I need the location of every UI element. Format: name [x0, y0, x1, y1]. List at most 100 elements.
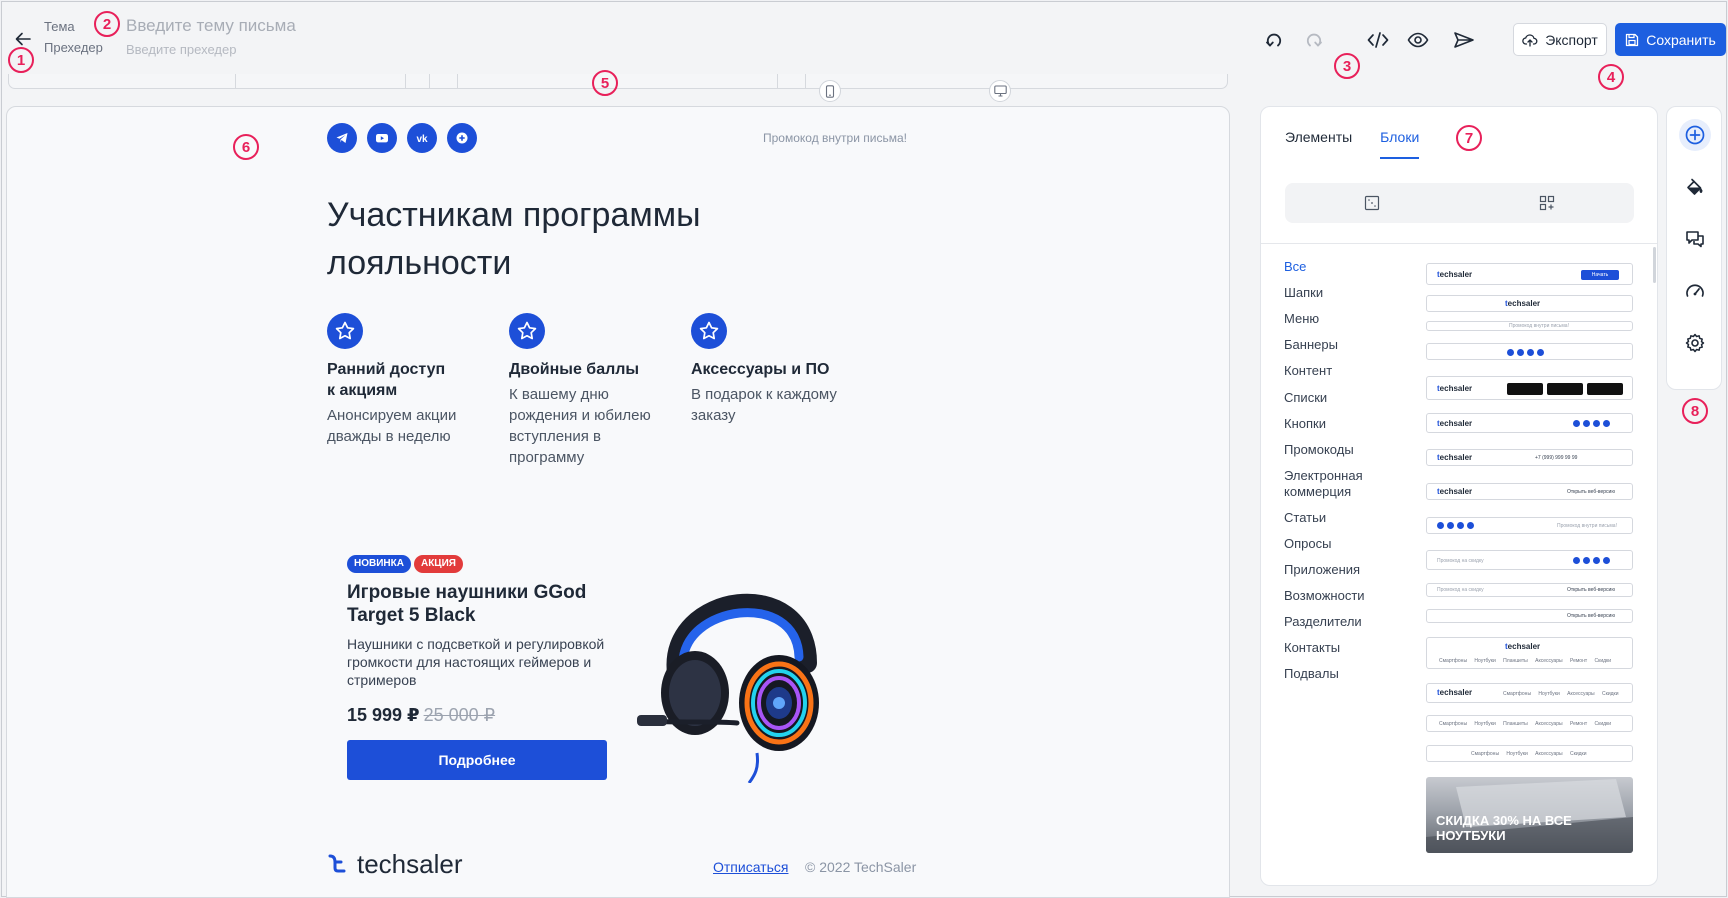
thumb-logo: techsaler	[1437, 487, 1473, 496]
category-item[interactable]: Все	[1284, 259, 1306, 275]
category-item[interactable]: Опросы	[1284, 536, 1331, 552]
mobile-view-button[interactable]	[819, 80, 841, 102]
block-thumb[interactable]	[1426, 343, 1633, 360]
thumb-dot	[1603, 557, 1610, 564]
svg-text:vk: vk	[416, 134, 428, 145]
unsubscribe-link[interactable]: Отписаться	[713, 859, 788, 875]
desktop-view-button[interactable]	[989, 80, 1011, 102]
side-rail	[1666, 106, 1722, 390]
category-item[interactable]: Статьи	[1284, 510, 1326, 526]
block-thumb[interactable]: techsaler	[1426, 376, 1633, 400]
feature-title: Двойные баллы	[509, 361, 640, 378]
block-thumb[interactable]: Смартфоны Ноутбуки Планшеты Аксессуары Р…	[1426, 715, 1633, 732]
send-button[interactable]	[1450, 26, 1478, 54]
block-thumb[interactable]: Промокод внутри письма!	[1426, 517, 1633, 534]
category-item[interactable]: Баннеры	[1284, 337, 1338, 353]
single-view-button[interactable]	[1285, 183, 1460, 223]
preview-button[interactable]	[1404, 26, 1432, 54]
tab-elements[interactable]: Элементы	[1285, 129, 1352, 159]
more-social-button[interactable]	[447, 123, 477, 153]
block-thumb-sale-banner[interactable]: СКИДКА 30% НА ВСЕ НОУТБУКИ	[1426, 777, 1633, 853]
category-item[interactable]: Кнопки	[1284, 416, 1326, 432]
annotation-badge: 8	[1682, 398, 1708, 424]
app-window: Тема Прехедер Экспорт Сохранить	[1, 1, 1727, 898]
youtube-button[interactable]	[367, 123, 397, 153]
subject-input[interactable]	[126, 16, 626, 36]
preheader-input[interactable]	[126, 42, 526, 57]
thumb-dot	[1447, 522, 1454, 529]
thumb-dot	[1517, 349, 1524, 356]
thumb-dot	[1467, 522, 1474, 529]
panel-scrollbar[interactable]	[1653, 247, 1656, 283]
thumb-dot	[1507, 349, 1514, 356]
category-item[interactable]: Промокоды	[1284, 442, 1354, 458]
block-thumb[interactable]: techsaler	[1426, 413, 1633, 433]
category-item[interactable]: Разделители	[1284, 614, 1362, 630]
category-item[interactable]: Меню	[1284, 311, 1319, 327]
add-block-button[interactable]	[1679, 119, 1711, 151]
vk-button[interactable]: vk	[407, 123, 437, 153]
tab-blocks[interactable]: Блоки	[1380, 129, 1420, 159]
promo-note: Промокод внутри письма!	[763, 131, 907, 145]
thumb-dot	[1573, 557, 1580, 564]
block-thumb[interactable]: Смартфоны Ноутбуки Аксессуары Скидки	[1426, 745, 1633, 762]
settings-button[interactable]	[1679, 327, 1711, 359]
block-thumb[interactable]: techsaler +7 (999) 999 99 99	[1426, 449, 1633, 466]
category-item[interactable]: Возможности	[1284, 588, 1365, 604]
code-button[interactable]	[1364, 26, 1392, 54]
blocks-panel: Элементы Блоки Все Шапки Меню Баннеры Ко…	[1260, 106, 1658, 886]
annotation-badge: 5	[592, 70, 618, 96]
block-thumb[interactable]: techsaler	[1426, 295, 1633, 312]
annotation-badge: 3	[1334, 53, 1360, 79]
export-button[interactable]: Экспорт	[1513, 23, 1607, 56]
category-item[interactable]: Подвалы	[1284, 666, 1339, 682]
comments-icon	[1686, 231, 1704, 248]
feature-item: Аксессуары и ПО В подарок к каждому зака…	[691, 313, 871, 426]
block-thumb[interactable]: Промокод на скидку Открыть веб-версию	[1426, 583, 1633, 597]
grid-view-button[interactable]	[1460, 183, 1635, 223]
email-canvas[interactable]: vk Промокод внутри письма! Участникам пр…	[6, 106, 1230, 898]
thumb-phone: +7 (999) 999 99 99	[1535, 455, 1578, 461]
category-item[interactable]: Приложения	[1284, 562, 1360, 578]
view-toggle	[1285, 183, 1634, 223]
speed-button[interactable]	[1679, 275, 1711, 307]
ruler-tick	[805, 74, 806, 88]
thumb-text: Промокод на скидку	[1437, 587, 1484, 593]
thumb-button: Начать	[1581, 270, 1619, 280]
layout-ruler	[8, 74, 1228, 89]
undo-button[interactable]	[1260, 26, 1288, 54]
category-item[interactable]: Контакты	[1284, 640, 1340, 656]
block-thumb[interactable]: Промокод внутри письма!	[1426, 321, 1633, 331]
category-item[interactable]: Списки	[1284, 390, 1327, 406]
telegram-icon	[336, 133, 348, 143]
more-button[interactable]: Подробнее	[347, 740, 607, 780]
category-item[interactable]: Электронная коммерция	[1284, 468, 1384, 500]
speedometer-icon	[1686, 284, 1704, 297]
block-thumb[interactable]: techsaler Смартфоны Ноутбуки Аксессуары …	[1426, 683, 1633, 703]
app-store-badge	[1507, 383, 1543, 395]
undo-icon	[1266, 33, 1282, 47]
annotation-badge: 7	[1456, 125, 1482, 151]
styles-button[interactable]	[1679, 171, 1711, 203]
block-thumb[interactable]: techsaler Начать	[1426, 263, 1633, 285]
ruler-tick	[457, 74, 458, 88]
comments-button[interactable]	[1679, 223, 1711, 255]
sale-banner-text: СКИДКА 30% НА ВСЕ НОУТБУКИ	[1436, 813, 1572, 843]
send-icon	[1454, 32, 1474, 48]
category-item[interactable]: Контент	[1284, 363, 1332, 379]
feature-item: Ранний доступ к акциям Анонсируем акции …	[327, 313, 507, 447]
save-label: Сохранить	[1646, 31, 1716, 48]
thumb-logo: techsaler	[1437, 419, 1473, 428]
block-thumb[interactable]: techsaler Открыть веб-версию	[1426, 483, 1633, 500]
vk-icon: vk	[416, 134, 428, 145]
thumb-dot	[1603, 420, 1610, 427]
block-thumb[interactable]: Открыть веб-версию	[1426, 609, 1633, 623]
block-thumb[interactable]: Промокод на скидку	[1426, 550, 1633, 570]
block-thumb[interactable]: techsaler Смартфоны Ноутбуки Планшеты Ак…	[1426, 637, 1633, 669]
redo-button[interactable]	[1300, 26, 1328, 54]
category-item[interactable]: Шапки	[1284, 285, 1323, 301]
price-old: 25 000 ₽	[423, 705, 496, 725]
telegram-button[interactable]	[327, 123, 357, 153]
save-button[interactable]: Сохранить	[1615, 23, 1726, 56]
thumb-dot	[1537, 349, 1544, 356]
